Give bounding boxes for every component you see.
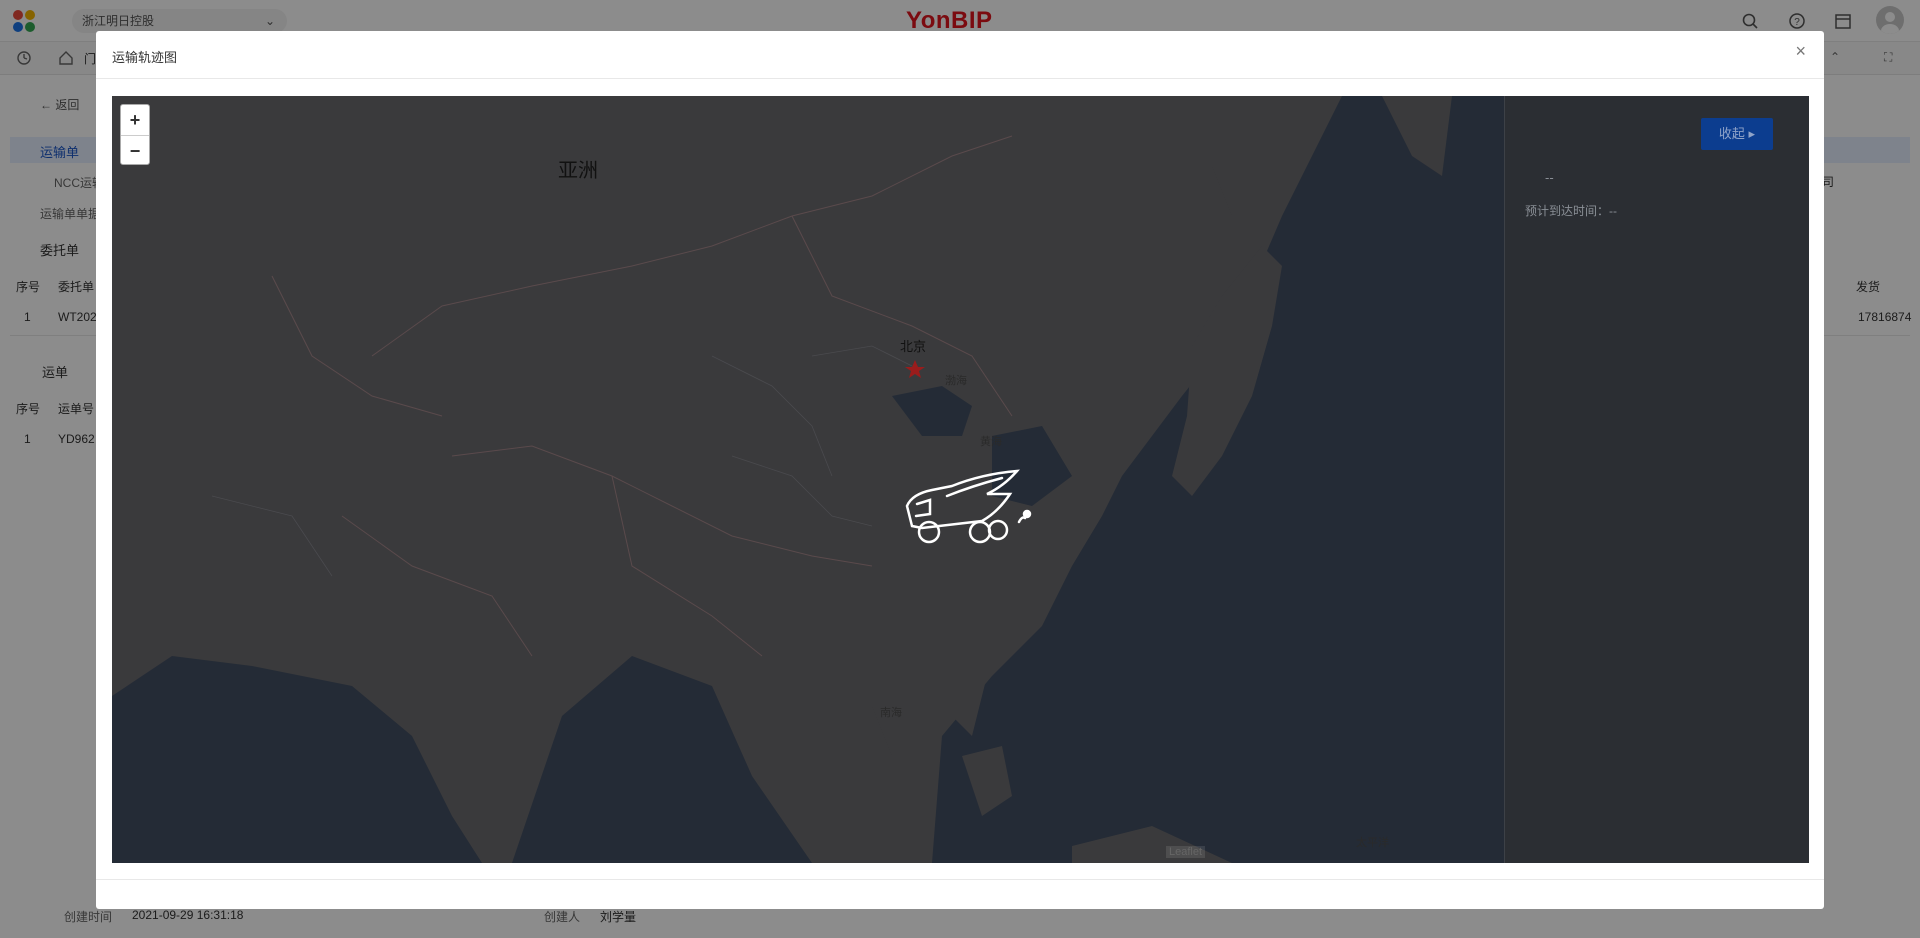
zoom-in-button[interactable]: + — [121, 105, 149, 135]
loading-truck-icon — [905, 469, 1032, 544]
map-label-pacific: 太平洋 — [1356, 837, 1389, 849]
modal-header-divider — [96, 78, 1824, 79]
map-label-huanghai: 黄海 — [980, 436, 1002, 448]
map-label-asia: 亚洲 — [558, 160, 598, 182]
map-label-nanhai: 南海 — [880, 707, 902, 719]
track-side-panel: 收起 ▸ -- 预计到达时间：-- — [1504, 96, 1809, 863]
panel-placeholder: -- — [1545, 170, 1554, 185]
map-label-beijing: 北京 — [900, 339, 927, 354]
modal-title: 运输轨迹图 — [112, 50, 178, 65]
collapse-button[interactable]: 收起 ▸ — [1701, 118, 1773, 150]
eta-label: 预计到达时间：-- — [1525, 204, 1617, 218]
modal-footer-divider — [96, 879, 1824, 880]
zoom-control: + − — [120, 104, 150, 165]
transport-track-modal: 运输轨迹图 × + − 亚洲 北京 渤海 黄海 南海 太平洋 Leaflet 收… — [96, 31, 1824, 909]
track-map[interactable]: + − 亚洲 北京 渤海 黄海 南海 太平洋 Leaflet 收起 ▸ -- 预… — [112, 96, 1809, 863]
zoom-out-button[interactable]: − — [121, 136, 149, 166]
close-icon[interactable]: × — [1795, 41, 1806, 62]
map-attribution[interactable]: Leaflet — [1166, 846, 1206, 858]
map-label-bohai: 渤海 — [945, 375, 967, 387]
